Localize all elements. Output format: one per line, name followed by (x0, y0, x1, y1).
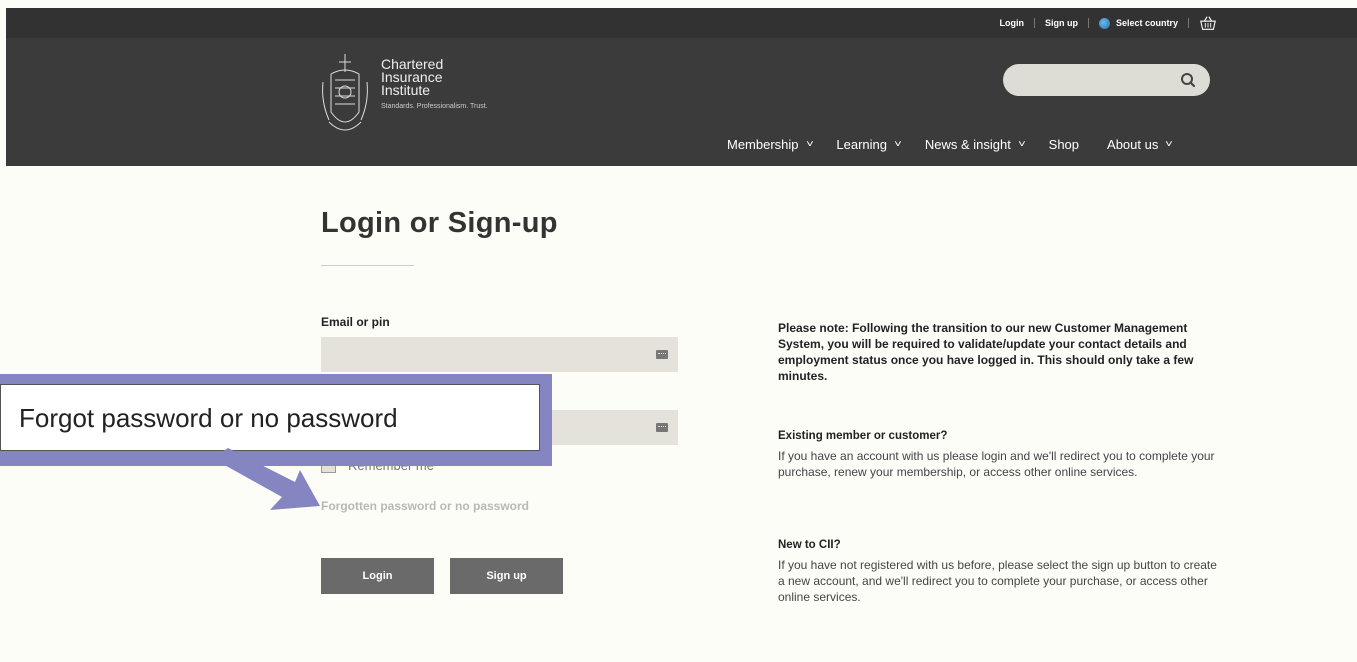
sign-up-button[interactable]: Sign up (450, 558, 563, 594)
page-title: Login or Sign-up (321, 207, 558, 239)
utility-links: Login Sign up Select country (999, 8, 1217, 38)
logo-line-3: Institute (381, 82, 431, 98)
login-button[interactable]: Login (321, 558, 434, 594)
forgot-password-link[interactable]: Forgotten password or no password (321, 499, 529, 513)
chevron-down-icon: ˅ (1017, 139, 1026, 150)
chevron-down-icon: ˅ (1165, 139, 1174, 150)
email-label: Email or pin (321, 315, 390, 329)
logo-text: Chartered Insurance Institute Standards.… (381, 57, 488, 142)
cms-notice: Please note: Following the transition to… (778, 321, 1194, 383)
nav-learning[interactable]: Learning ˅ (836, 137, 902, 152)
title-divider (321, 265, 414, 266)
nav-about-us[interactable]: About us ˅ (1107, 137, 1174, 152)
autofill-key-icon[interactable] (656, 423, 668, 432)
nav-label: About us (1107, 137, 1159, 152)
nav-label: Shop (1048, 137, 1080, 152)
logo-tagline: Standards. Professionalism. Trust. (381, 103, 488, 110)
basket-icon[interactable] (1199, 14, 1217, 32)
new-to-cii-text: If you have not registered with us befor… (778, 558, 1217, 604)
utility-bar: Login Sign up Select country (6, 8, 1357, 38)
search-icon[interactable] (1180, 72, 1196, 88)
globe-icon (1098, 17, 1110, 29)
new-to-cii-heading: New to CII? (778, 539, 841, 551)
existing-member-text: If you have an account with us please lo… (778, 449, 1215, 479)
email-field[interactable] (321, 337, 678, 372)
callout-box: Forgot password or no password (0, 384, 540, 451)
utility-divider (1033, 18, 1035, 28)
nav-shop[interactable]: Shop (1049, 137, 1079, 152)
nav-label: Learning (836, 137, 887, 152)
crest-icon (322, 54, 368, 131)
nav-label: Membership (727, 137, 799, 152)
cii-logo[interactable]: Chartered Insurance Institute Standards.… (319, 52, 539, 142)
nav-membership[interactable]: Membership ˅ (727, 137, 814, 152)
nav-news-insight[interactable]: News & insight ˅ (924, 137, 1026, 152)
utility-login-link[interactable]: Login (999, 18, 1024, 28)
existing-member-heading: Existing member or customer? (778, 430, 948, 442)
utility-signup-link[interactable]: Sign up (1045, 18, 1078, 28)
chevron-down-icon: ˅ (805, 139, 814, 150)
callout-text: Forgot password or no password (19, 403, 398, 433)
chevron-down-icon: ˅ (894, 139, 902, 150)
search-input[interactable] (1003, 64, 1210, 96)
nav-label: News & insight (924, 137, 1011, 152)
main-nav: Membership ˅ Learning ˅ News & insight ˅… (727, 137, 1196, 152)
select-country-link[interactable]: Select country (1116, 18, 1178, 28)
site-header: Login Sign up Select country Chartered I… (6, 8, 1357, 166)
utility-divider (1188, 18, 1189, 28)
utility-divider (1087, 18, 1089, 28)
autofill-key-icon[interactable] (656, 350, 668, 359)
